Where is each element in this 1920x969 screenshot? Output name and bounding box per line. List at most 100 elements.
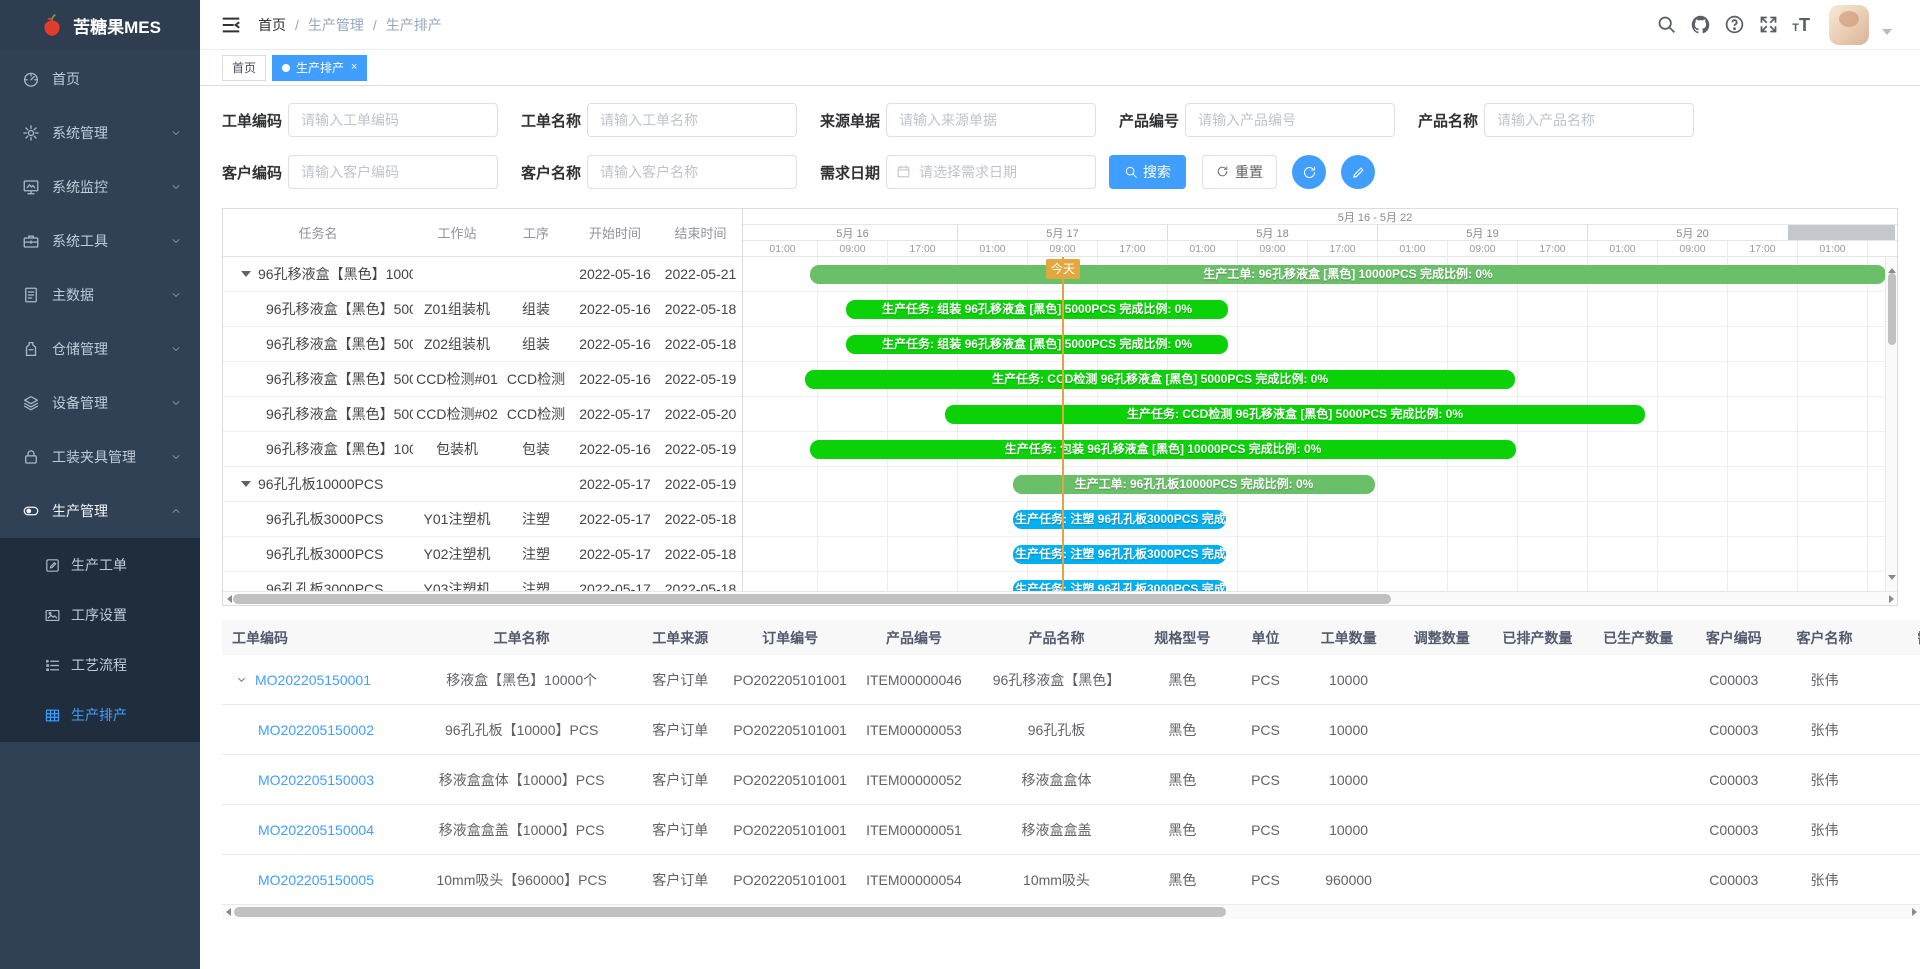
reset-button[interactable]: 重置 [1202, 155, 1277, 189]
gantt-task-row-0[interactable]: 96孔移液盒【黑色】10000PCS2022-05-162022-05-21 [223, 257, 742, 292]
gantt-task-row-8[interactable]: 96孔孔板3000PCSY02注塑机注塑2022-05-172022-05-18 [223, 537, 742, 572]
filter-input-r1-2[interactable] [886, 103, 1096, 137]
gantt-task-bar[interactable]: 生产任务: CCD检测 96孔移液盒 [黑色] 5000PCS 完成比例: 0% [805, 370, 1515, 389]
gantt-task-row-2[interactable]: 96孔移液盒【黑色】5000PCSZ02组装机组装2022-05-162022-… [223, 327, 742, 362]
gantt-task-row-4[interactable]: 96孔移液盒【黑色】5000PCSCCD检测#02CCD检测2022-05-17… [223, 397, 742, 432]
tab-home[interactable]: 首页 [222, 55, 266, 81]
gantt-task-bar[interactable]: 生产任务: 组装 96孔移液盒 [黑色] 5000PCS 完成比例: 0% [846, 335, 1228, 354]
filter-input-r1-1[interactable] [587, 103, 797, 137]
vscroll-thumb[interactable] [1888, 273, 1896, 345]
sidebar-item-6[interactable]: 设备管理 [0, 376, 200, 430]
breadcrumb-production[interactable]: 生产管理 [308, 15, 364, 35]
cell-qty: 10000 [1301, 755, 1397, 805]
sidebar-item-0[interactable]: 首页 [0, 52, 200, 106]
cell-name: 移液盒盒体【10000】PCS [413, 755, 630, 805]
gantt-task-bar[interactable]: 生产任务: 包装 96孔移液盒 [黑色] 10000PCS 完成比例: 0% [810, 440, 1516, 459]
gantt-task-row-5[interactable]: 96孔移液盒【黑色】10000PCS包装机包装2022-05-162022-05… [223, 432, 742, 467]
work-order-link[interactable]: MO202205150003 [258, 772, 374, 788]
gantt-vertical-scrollbar[interactable] [1885, 257, 1897, 591]
filter-input-r1-4[interactable] [1484, 103, 1694, 137]
submenu-item-0[interactable]: 生产工单 [0, 540, 200, 590]
scroll-right-icon[interactable] [1885, 592, 1897, 606]
cell-unit: PCS [1230, 805, 1301, 855]
orders-row-1[interactable]: MO20220515000296孔孔板【10000】PCS客户订单PO20220… [222, 705, 1920, 755]
scroll-down-icon[interactable] [1886, 580, 1897, 589]
sidebar-menu: 首页系统管理系统监控系统工具主数据仓储管理设备管理工装夹具管理生产管理生产工单工… [0, 50, 200, 742]
sidebar-item-2[interactable]: 系统监控 [0, 160, 200, 214]
refresh-schedule-button[interactable] [1292, 155, 1326, 189]
chev-down-icon [170, 451, 182, 463]
gantt-task-row-7[interactable]: 96孔孔板3000PCSY01注塑机注塑2022-05-172022-05-18 [223, 502, 742, 537]
sidebar-item-1[interactable]: 系统管理 [0, 106, 200, 160]
collapse-arrow-icon[interactable] [241, 271, 251, 277]
gantt-order-bar[interactable]: 生产工单: 96孔移液盒 [黑色] 10000PCS 完成比例: 0% [810, 265, 1885, 284]
work-order-link[interactable]: MO202205150004 [258, 822, 374, 838]
edit-schedule-button[interactable] [1341, 155, 1375, 189]
sidebar-item-3[interactable]: 系统工具 [0, 214, 200, 268]
tab-close-icon[interactable]: × [351, 62, 357, 73]
github-icon[interactable] [1690, 14, 1711, 35]
font-size-icon[interactable]: TT [1792, 16, 1810, 34]
orders-row-3[interactable]: MO202205150004移液盒盒盖【10000】PCS客户订单PO20220… [222, 805, 1920, 855]
sidebar-item-5[interactable]: 仓储管理 [0, 322, 200, 376]
gantt-task-bar[interactable]: 生产任务: 组装 96孔移液盒 [黑色] 5000PCS 完成比例: 0% [846, 300, 1228, 319]
sidebar-toggle-icon[interactable] [220, 14, 242, 36]
table-horizontal-scrollbar[interactable] [222, 905, 1920, 919]
gear-icon [22, 124, 40, 142]
work-order-link[interactable]: MO202205150002 [258, 722, 374, 738]
demand-date-input[interactable] [886, 155, 1096, 189]
cell-order_no: PO202205101001 [731, 755, 850, 805]
gantt-task-row-1[interactable]: 96孔移液盒【黑色】5000PCSZ01组装机组装2022-05-162022-… [223, 292, 742, 327]
gantt-day-row: 5月 165月 175月 185月 195月 205月 21 [743, 225, 1897, 241]
user-menu-caret-icon[interactable] [1882, 29, 1892, 35]
submenu-item-3[interactable]: 生产排产 [0, 690, 200, 740]
task-end: 2022-05-18 [659, 546, 742, 562]
scroll-up-icon[interactable] [1886, 259, 1897, 268]
sidebar-item-8[interactable]: 生产管理 [0, 484, 200, 538]
hscroll-thumb[interactable] [233, 594, 1391, 604]
search-button[interactable]: 搜索 [1109, 155, 1186, 189]
work-order-link[interactable]: MO202205150001 [255, 672, 371, 688]
expand-row-icon[interactable] [236, 674, 247, 685]
filter-input-r2-1[interactable] [587, 155, 797, 189]
topbar-actions: TT [1656, 5, 1892, 45]
filter-field-r1-0: 工单编码 [222, 103, 498, 137]
gantt-task-row-9[interactable]: 96孔孔板3000PCSY03注塑机注塑2022-05-172022-05-18 [223, 572, 742, 593]
collapse-arrow-icon[interactable] [241, 481, 251, 487]
app-logo[interactable]: 苦糖果MES [0, 0, 200, 50]
filter-input-r2-0[interactable] [288, 155, 498, 189]
orders-col-9: 调整数量 [1396, 620, 1487, 655]
help-icon[interactable] [1724, 14, 1745, 35]
filter-input-r1-0[interactable] [288, 103, 498, 137]
gantt-task-row-3[interactable]: 96孔移液盒【黑色】5000PCSCCD检测#01CCD检测2022-05-16… [223, 362, 742, 397]
gantt-task-bar[interactable]: 生产任务: 注塑 96孔孔板3000PCS 完成比例: 0% [1013, 510, 1226, 529]
gantt-task-bar[interactable]: 生产任务: 注塑 96孔孔板3000PCS 完成比例: 0% [1013, 545, 1226, 564]
orders-row-0[interactable]: MO202205150001移液盒【黑色】10000个客户订单PO2022051… [222, 655, 1920, 705]
gantt-task-bar[interactable]: 生产任务: CCD检测 96孔移液盒 [黑色] 5000PCS 完成比例: 0% [945, 405, 1645, 424]
gantt-task-row-6[interactable]: 96孔孔板10000PCS2022-05-172022-05-19 [223, 467, 742, 502]
hscroll-thumb[interactable] [234, 907, 1226, 917]
gantt-horizontal-scrollbar[interactable] [223, 591, 1897, 605]
scroll-right-icon[interactable] [1908, 905, 1920, 919]
cell-item_no: ITEM00000054 [850, 855, 979, 905]
tab-production-schedule[interactable]: 生产排产 × [272, 55, 367, 81]
submenu-item-2[interactable]: 工艺流程 [0, 640, 200, 690]
sidebar-item-4[interactable]: 主数据 [0, 268, 200, 322]
cell-order_no: PO202205101001 [731, 705, 850, 755]
day-header-3: 5月 19 [1378, 225, 1588, 240]
gantt-col-1: 工作站 [413, 223, 501, 242]
sidebar-item-7[interactable]: 工装夹具管理 [0, 430, 200, 484]
orders-row-2[interactable]: MO202205150003移液盒盒体【10000】PCS客户订单PO20220… [222, 755, 1920, 805]
submenu-item-1[interactable]: 工序设置 [0, 590, 200, 640]
document-icon [22, 286, 40, 304]
filter-input-r1-3[interactable] [1185, 103, 1395, 137]
search-icon[interactable] [1656, 14, 1677, 35]
gantt-order-bar[interactable]: 生产工单: 96孔孔板10000PCS 完成比例: 0% [1013, 475, 1375, 494]
orders-row-4[interactable]: MO20220515000510mm吸头【960000】PCS客户订单PO202… [222, 855, 1920, 905]
fullscreen-icon[interactable] [1758, 14, 1779, 35]
avatar[interactable] [1829, 5, 1869, 45]
scroll-left-icon[interactable] [222, 905, 234, 919]
dashboard-icon [22, 70, 40, 88]
breadcrumb-home[interactable]: 首页 [258, 15, 286, 35]
work-order-link[interactable]: MO202205150005 [258, 872, 374, 888]
